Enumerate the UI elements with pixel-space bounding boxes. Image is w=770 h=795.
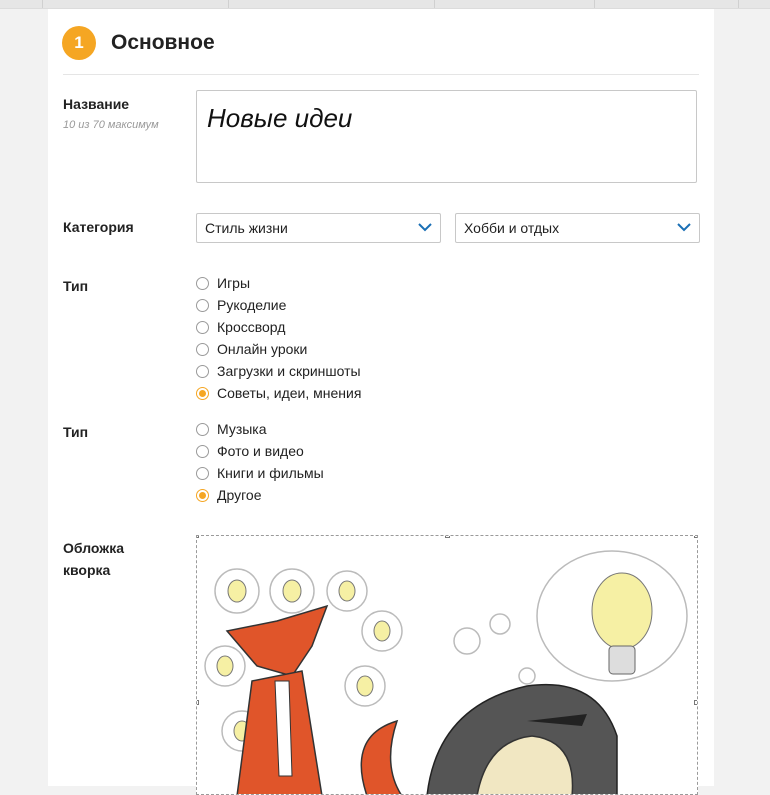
chevron-down-icon [418, 223, 432, 232]
radio-label: Кроссворд [217, 319, 286, 335]
radio-label: Фото и видео [217, 443, 304, 459]
radio-button[interactable] [196, 444, 209, 458]
main-card: 1 Основное Название 10 из 70 максимум Но… [48, 9, 714, 795]
cover-illustration [204, 550, 688, 794]
radio-button[interactable] [196, 422, 209, 436]
name-label: Название [63, 96, 130, 112]
radio-option[interactable]: Рукоделие [196, 294, 286, 316]
radio-label: Загрузки и скриншоты [217, 363, 361, 379]
subcategory-select-value: Хобби и отдых [464, 220, 560, 236]
radio-option[interactable]: Советы, идеи, мнения [196, 382, 361, 404]
name-input[interactable]: Новые идеи [196, 90, 697, 183]
divider [63, 74, 699, 75]
radio-label: Рукоделие [217, 297, 287, 313]
radio-button[interactable] [196, 488, 209, 502]
radio-button[interactable] [196, 320, 209, 334]
type-label-2: Тип [63, 424, 89, 440]
radio-button[interactable] [196, 466, 209, 480]
radio-option[interactable]: Фото и видео [196, 440, 304, 462]
top-toolbar-strip [0, 0, 770, 9]
radio-button[interactable] [196, 298, 209, 312]
hedgehog-figure [426, 683, 618, 794]
radio-label: Музыка [217, 421, 267, 437]
category-select[interactable]: Стиль жизни [196, 213, 441, 243]
type-label: Тип [63, 278, 89, 294]
radio-option[interactable]: Книги и фильмы [196, 462, 324, 484]
chevron-down-icon [677, 223, 691, 232]
radio-button[interactable] [196, 276, 209, 290]
radio-label: Онлайн уроки [217, 341, 308, 357]
cover-image-area[interactable] [196, 535, 698, 795]
radio-button[interactable] [196, 386, 209, 400]
radio-label: Советы, идеи, мнения [217, 385, 362, 401]
radio-button[interactable] [196, 364, 209, 378]
radio-option[interactable]: Игры [196, 272, 250, 294]
radio-option[interactable]: Другое [196, 484, 261, 506]
radio-option[interactable]: Онлайн уроки [196, 338, 307, 360]
radio-option[interactable]: Музыка [196, 418, 267, 440]
category-label: Категория [63, 219, 134, 235]
radio-label: Игры [217, 275, 251, 291]
radio-label: Книги и фильмы [217, 465, 324, 481]
radio-option[interactable]: Кроссворд [196, 316, 285, 338]
name-hint: 10 из 70 максимум [63, 119, 159, 131]
cover-label-line2: кворка [63, 562, 111, 578]
radio-option[interactable]: Загрузки и скриншоты [196, 360, 361, 382]
step-badge: 1 [62, 26, 96, 60]
category-select-value: Стиль жизни [205, 220, 288, 236]
radio-button[interactable] [196, 342, 209, 356]
subcategory-select[interactable]: Хобби и отдых [455, 213, 700, 243]
radio-label: Другое [217, 487, 262, 503]
cover-label: Обложка [63, 540, 124, 556]
section-title: Основное [111, 31, 215, 54]
